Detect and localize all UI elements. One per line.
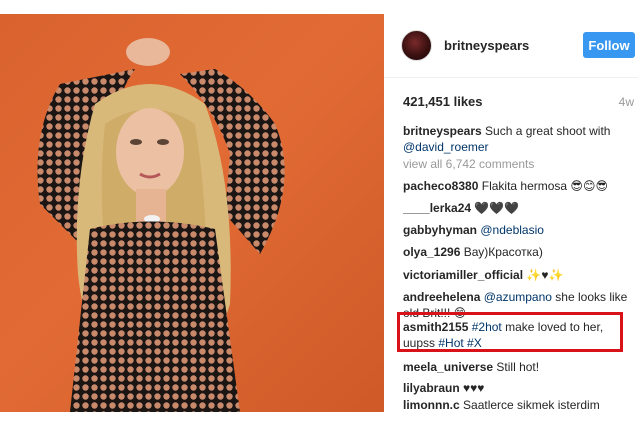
comment-username[interactable]: victoriamiller_official — [403, 268, 523, 282]
comment-username[interactable]: limonnn.c — [403, 398, 460, 412]
post-details-panel: britneyspears Follow 421,451 likes 4w br… — [384, 14, 638, 412]
comment-item: victoriamiller_official ✨♥✨ — [403, 267, 635, 283]
comment-item: limonnn.c Saatlerce sikmek isterdim — [403, 397, 635, 413]
comment-username[interactable]: ____lerka24 — [403, 201, 471, 215]
comment-text: 🖤🖤🖤 — [474, 201, 520, 215]
comment-text: Saatlerce sikmek isterdim — [463, 398, 600, 412]
comment-item: pacheco8380 Flakita hermosa 😎😊😎 — [403, 178, 635, 194]
post-age: 4w — [618, 95, 634, 109]
comment-item: meela_universe Still hot! — [403, 359, 635, 375]
comment-mention[interactable]: @ndeblasio — [480, 223, 544, 237]
comment-text: Вау)Красотка) — [463, 245, 543, 259]
comment-username[interactable]: gabbyhyman — [403, 223, 477, 237]
comment-text: Flakita hermosa 😎😊😎 — [481, 179, 608, 193]
view-all-comments-link[interactable]: view all 6,742 comments — [403, 157, 534, 171]
comment-username[interactable]: andreehelena — [403, 290, 480, 304]
comment-text: Still hot! — [496, 360, 540, 374]
post-photo[interactable] — [0, 14, 384, 412]
caption-username[interactable]: britneyspears — [403, 124, 482, 138]
likes-count[interactable]: 421,451 likes — [403, 94, 483, 109]
comment-username[interactable]: meela_universe — [403, 360, 493, 374]
comment-username[interactable]: pacheco8380 — [403, 179, 478, 193]
comment-item: olya_1296 Вау)Красотка) — [403, 244, 635, 260]
author-username[interactable]: britneyspears — [444, 38, 529, 53]
comment-item: ____lerka24 🖤🖤🖤 — [403, 200, 635, 216]
photo-illustration — [37, 38, 285, 412]
post-caption: britneyspears Such a great shoot with @d… — [403, 123, 633, 155]
highlight-box — [397, 312, 623, 352]
comment-mention[interactable]: @azumpano — [484, 290, 552, 304]
post-header: britneyspears Follow — [384, 14, 638, 78]
comment-text: ♥♥♥ — [463, 381, 485, 395]
avatar[interactable] — [401, 30, 432, 61]
comment-username[interactable]: olya_1296 — [403, 245, 460, 259]
caption-text: Such a great shoot with — [485, 124, 611, 138]
follow-button[interactable]: Follow — [583, 32, 635, 58]
comment-item: gabbyhyman @ndeblasio — [403, 222, 635, 238]
comment-text: ✨♥✨ — [526, 268, 564, 282]
comment-username[interactable]: lilyabraun — [403, 381, 460, 395]
comment-item: lilyabraun ♥♥♥ — [403, 380, 635, 396]
caption-mention[interactable]: @david_roemer — [403, 140, 489, 154]
